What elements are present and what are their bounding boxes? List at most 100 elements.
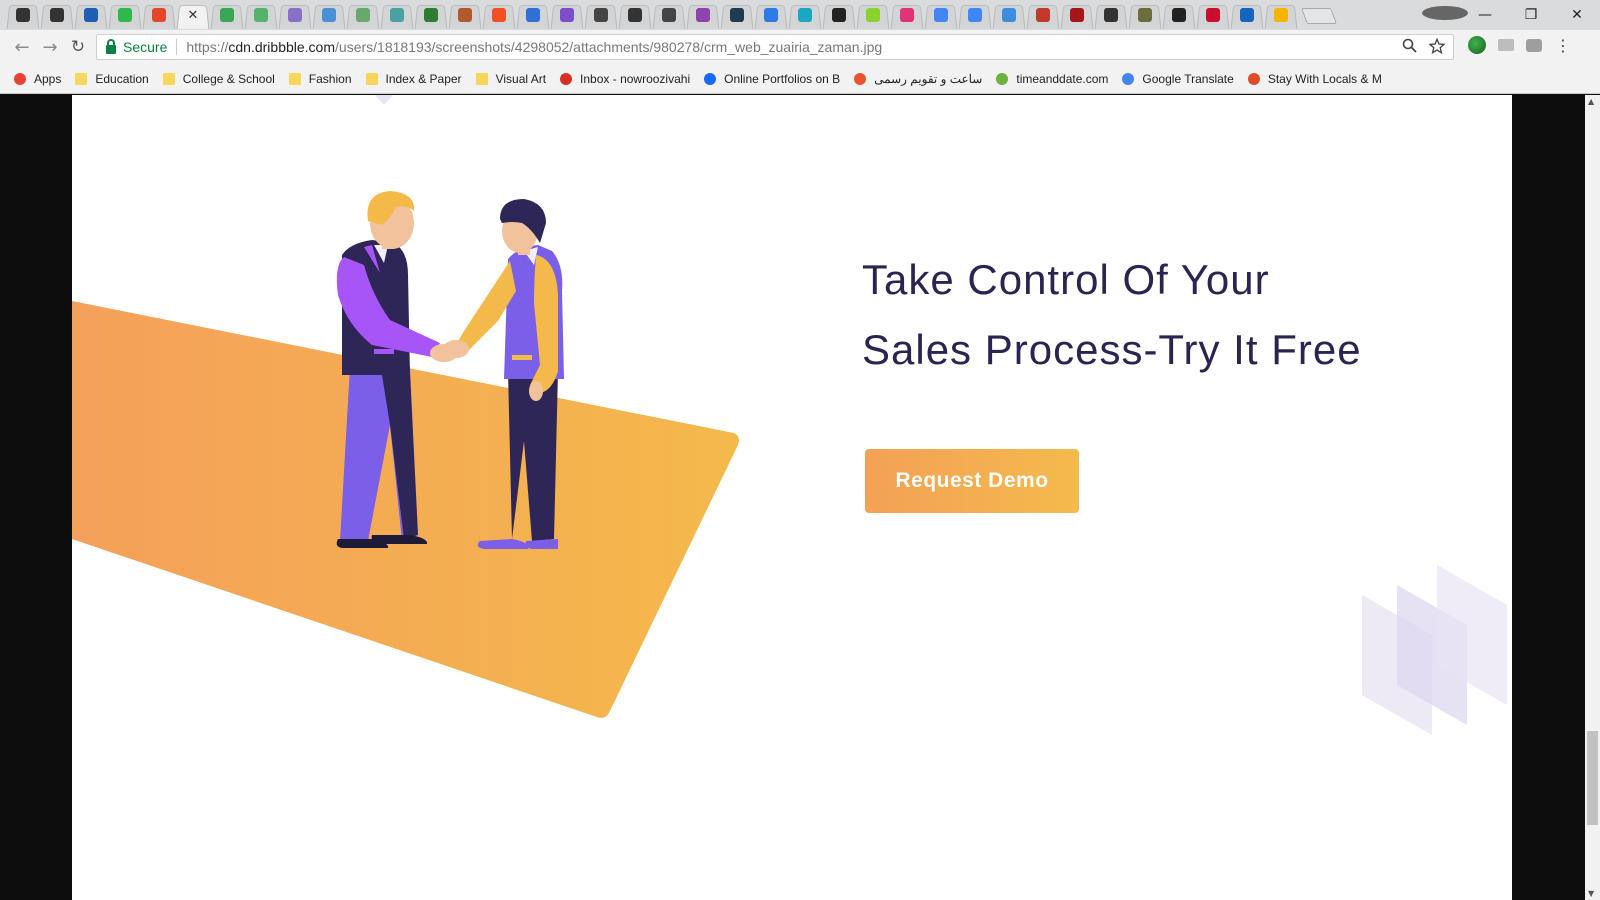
scroll-up-icon[interactable]: ▲ [1588, 97, 1594, 106]
browser-tab[interactable] [346, 2, 380, 28]
bookmark-label: Visual Art [495, 71, 547, 86]
apps-grid-icon [14, 72, 26, 85]
browser-tab[interactable] [1196, 2, 1230, 28]
back-button[interactable]: ← [8, 37, 36, 58]
bookmark-item[interactable]: Stay With Locals & M [1247, 72, 1382, 86]
bookmark-item[interactable]: Google Translate [1122, 71, 1234, 86]
browser-tab[interactable] [210, 2, 244, 28]
globe-extension-icon[interactable] [1468, 36, 1486, 54]
timeanddate-icon [996, 72, 1009, 85]
browser-tab[interactable] [1128, 2, 1162, 28]
bookmark-item[interactable]: College & School [162, 71, 275, 86]
browser-tab[interactable]: ✕ [176, 2, 210, 28]
browser-tab[interactable] [1162, 2, 1196, 28]
handshake-illustration [72, 191, 739, 718]
browser-tab[interactable] [584, 2, 618, 28]
bookmark-item[interactable]: Inbox - nowroozivahi [560, 72, 690, 86]
w3-icon [1240, 8, 1254, 22]
zoom-icon[interactable] [1402, 38, 1417, 58]
browser-tab[interactable] [822, 2, 856, 28]
slides-icon [1274, 8, 1288, 22]
browser-tab[interactable] [788, 2, 822, 28]
lock-icon [106, 38, 116, 54]
browser-tab[interactable] [856, 2, 890, 28]
sheet-icon [390, 8, 404, 22]
browser-tab[interactable] [924, 2, 958, 28]
browser-tab[interactable] [142, 2, 176, 28]
forward-button[interactable]: → [36, 37, 64, 58]
dots-icon [1002, 8, 1016, 22]
browser-tab[interactable] [1264, 2, 1298, 28]
c-circle-icon [730, 8, 744, 22]
browser-tab[interactable] [890, 2, 924, 28]
camera-extension-icon[interactable] [1526, 38, 1542, 52]
browser-tab[interactable] [754, 2, 788, 28]
close-window-button[interactable]: ✕ [1554, 7, 1600, 23]
browser-tab[interactable] [992, 2, 1026, 28]
restore-button[interactable]: ❐ [1508, 7, 1554, 23]
badge-icon [458, 8, 472, 22]
shield-icon [1104, 8, 1118, 22]
bookmark-item[interactable]: Visual Art [475, 71, 547, 86]
browser-tab[interactable] [448, 2, 482, 28]
secure-label: Secure [123, 39, 168, 55]
download-extension-icon[interactable] [1498, 39, 1514, 51]
menu-icon[interactable]: ⋮ [1554, 36, 1572, 55]
bookmark-item[interactable]: Education [75, 72, 149, 86]
bookmark-item[interactable]: timeanddate.com [996, 72, 1108, 86]
browser-tab[interactable] [652, 2, 686, 28]
time-ir-icon [854, 72, 867, 85]
bookmark-item[interactable]: Apps [14, 72, 61, 86]
scrollbar[interactable]: ▲ ▼ [1585, 95, 1600, 900]
tab-list: ✕ [6, 2, 1337, 30]
browser-tab[interactable] [74, 2, 108, 28]
browser-tab[interactable] [516, 2, 550, 28]
browser-tab[interactable] [618, 2, 652, 28]
gmail-icon [560, 72, 573, 85]
browser-tab[interactable] [414, 2, 448, 28]
minimize-button[interactable]: — [1462, 7, 1508, 23]
close-tab-icon[interactable]: ✕ [188, 8, 199, 23]
bookmark-item[interactable]: Fashion [288, 72, 352, 86]
browser-tab[interactable] [720, 2, 754, 28]
browser-tab[interactable] [380, 2, 414, 28]
bookmark-label: College & School [182, 71, 275, 86]
folder-icon [162, 72, 175, 85]
bookmark-item[interactable]: Index & Paper [365, 71, 462, 86]
request-demo-button[interactable]: Request Demo [865, 449, 1079, 513]
profile-icon[interactable] [1422, 6, 1468, 24]
bookmark-item[interactable]: ساعت و تقویم رسمی [854, 72, 982, 86]
address-bar[interactable]: Secure https://cdn.dribbble.com/users/18… [96, 34, 1454, 60]
browser-tab[interactable] [1094, 2, 1128, 28]
browser-tab[interactable] [958, 2, 992, 28]
browser-tab[interactable] [1060, 2, 1094, 28]
browser-tab[interactable] [6, 2, 40, 28]
browser-tab[interactable] [312, 2, 346, 28]
folder-icon [75, 72, 88, 85]
star-icon[interactable] [1428, 37, 1446, 58]
bookmark-label: Index & Paper [385, 71, 462, 86]
reload-button[interactable]: ↻ [64, 37, 92, 57]
browser-tab[interactable] [482, 2, 516, 28]
folder-icon [475, 72, 488, 85]
browser-tab[interactable] [40, 2, 74, 28]
tab-strip: ✕ — ❐ ✕ [0, 0, 1600, 30]
tree-icon [424, 8, 438, 22]
browser-tab[interactable] [108, 2, 142, 28]
new-tab-button[interactable] [1301, 8, 1337, 24]
browser-tab[interactable] [550, 2, 584, 28]
browser-tab[interactable] [278, 2, 312, 28]
browser-tab[interactable] [1230, 2, 1264, 28]
scrollbar-thumb[interactable] [1587, 731, 1598, 825]
bookmark-item[interactable]: Online Portfolios on B [704, 72, 840, 86]
url-text[interactable]: https://cdn.dribbble.com/users/1818193/s… [186, 39, 882, 55]
bird-icon [1172, 8, 1186, 22]
browser-tab[interactable] [686, 2, 720, 28]
browser-tab[interactable] [1026, 2, 1060, 28]
scroll-down-icon[interactable]: ▼ [1588, 889, 1594, 898]
bookmark-label: Google Translate [1142, 71, 1234, 86]
bookmark-label: Apps [34, 71, 62, 86]
browser-tab[interactable] [244, 2, 278, 28]
gradient-icon [152, 8, 166, 22]
c-letter-icon [526, 8, 540, 22]
